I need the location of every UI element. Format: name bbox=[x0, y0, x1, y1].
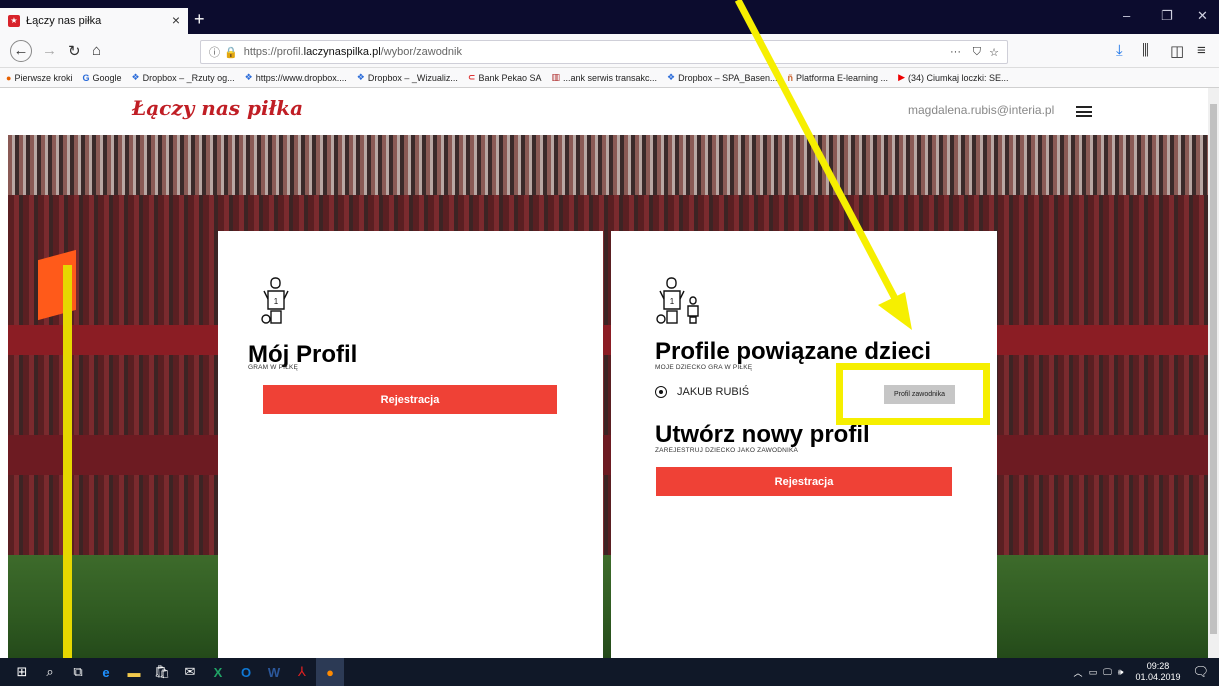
minimize-icon[interactable]: – bbox=[1123, 8, 1130, 23]
scrollbar-thumb[interactable] bbox=[1210, 104, 1217, 634]
sidebar-icon[interactable]: ◫ bbox=[1170, 42, 1184, 60]
dropbox-icon: ❖ bbox=[244, 72, 253, 82]
menu-icon[interactable]: ≡ bbox=[1197, 42, 1206, 59]
bookmark-item[interactable]: ❖ Dropbox – _Rzuty og... bbox=[132, 72, 235, 83]
close-window-icon[interactable]: ✕ bbox=[1197, 8, 1208, 24]
clock-date: 01.04.2019 bbox=[1135, 672, 1181, 682]
player-with-child-icon: 1 bbox=[656, 277, 699, 324]
search-icon[interactable]: ⌕ bbox=[36, 658, 64, 686]
tab-title: Łączy nas piłka bbox=[26, 15, 102, 27]
show-hidden-icons-icon[interactable]: ︿ bbox=[1074, 666, 1083, 679]
bank-icon: ⊂ bbox=[467, 72, 476, 82]
user-email[interactable]: magdalena.rubis@interia.pl bbox=[908, 103, 1054, 117]
word-icon[interactable]: W bbox=[260, 658, 288, 686]
bookmark-item[interactable]: G Google bbox=[82, 73, 121, 83]
browser-tab[interactable]: ★ Łączy nas piłka × bbox=[0, 8, 188, 34]
child-name: JAKUB RUBIŚ bbox=[677, 386, 750, 398]
volume-icon[interactable]: 🕪 bbox=[1118, 667, 1124, 678]
firefox-icon: ● bbox=[6, 72, 12, 83]
bookmark-item[interactable]: ❖ Dropbox – _Wizualiz... bbox=[357, 72, 458, 83]
crowd-upper bbox=[8, 135, 1208, 195]
network-icon[interactable]: 🖵 bbox=[1103, 667, 1112, 678]
reload-icon[interactable]: ↻ bbox=[68, 42, 81, 60]
hamburger-menu-icon[interactable] bbox=[1076, 106, 1092, 117]
new-profile-title: Utwórz nowy profil bbox=[655, 421, 870, 448]
clock[interactable]: 09:28 01.04.2019 bbox=[1135, 661, 1180, 683]
system-tray: ︿ ▭ 🖵 🕪 09:28 01.04.2019 🗨 bbox=[1074, 658, 1219, 686]
lock-icon: 🔒 bbox=[224, 46, 238, 59]
crowd-lower bbox=[8, 435, 1208, 475]
child-profiles-title: Profile powiązane dzieci bbox=[655, 338, 932, 365]
edge-icon[interactable]: e bbox=[92, 658, 120, 686]
file-explorer-icon[interactable]: ▬ bbox=[120, 658, 148, 686]
url-path: /wybor/zawodnik bbox=[380, 46, 462, 58]
bookmark-item[interactable]: ñ Platforma E-learning ... bbox=[788, 73, 889, 83]
football-icon bbox=[655, 386, 667, 398]
my-profile-subtitle: GRAM W PIŁKĘ bbox=[248, 364, 299, 371]
register-button[interactable]: Rejestracja bbox=[263, 385, 557, 414]
forward-arrow-icon[interactable]: → bbox=[42, 42, 57, 59]
url-domain: laczynaspilka.pl bbox=[303, 46, 381, 58]
clock-time: 09:28 bbox=[1146, 661, 1170, 671]
bookmark-item[interactable]: ⊂ Bank Pekao SA bbox=[468, 72, 542, 83]
bookmarks-bar: ● Pierwsze kroki G Google ❖ Dropbox – _Rzut… bbox=[0, 68, 1219, 88]
back-arrow-icon[interactable]: ← bbox=[10, 40, 32, 62]
corner-flag-pole bbox=[63, 265, 72, 658]
windows-taskbar: ⊞ ⌕ ⧉ e ▬ 🛍 ✉ X O W ⅄ ● bbox=[0, 658, 1219, 686]
stadium-background-image bbox=[8, 135, 1208, 658]
outlook-icon[interactable]: O bbox=[232, 658, 260, 686]
battery-icon[interactable]: ▭ bbox=[1089, 667, 1098, 678]
site-favicon-icon: ★ bbox=[8, 15, 20, 27]
dropbox-icon: ❖ bbox=[667, 72, 676, 82]
crowd-banner bbox=[8, 325, 1208, 355]
page-scrollbar[interactable] bbox=[1208, 88, 1219, 658]
google-icon: G bbox=[82, 72, 90, 83]
pocket-icon[interactable]: ⛉ bbox=[973, 46, 981, 59]
register-child-button[interactable]: Rejestracja bbox=[656, 467, 952, 496]
firefox-taskbar-icon[interactable]: ● bbox=[316, 658, 344, 686]
excel-icon[interactable]: X bbox=[204, 658, 232, 686]
bookmark-item[interactable]: ● Pierwsze kroki bbox=[6, 73, 72, 83]
player-icon: 1 bbox=[261, 277, 289, 324]
svg-text:1: 1 bbox=[274, 297, 279, 306]
bookmark-item[interactable]: ❖ Dropbox – SPA_Basen... bbox=[667, 72, 777, 83]
store-icon[interactable]: 🛍 bbox=[148, 658, 176, 686]
close-tab-icon[interactable]: × bbox=[172, 12, 180, 28]
new-tab-icon[interactable]: + bbox=[194, 9, 205, 30]
restore-icon[interactable]: ❐ bbox=[1161, 8, 1173, 24]
svg-text:1: 1 bbox=[670, 297, 675, 306]
child-profiles-subtitle: MOJE DZIECKO GRA W PIŁKĘ bbox=[655, 364, 753, 371]
pitch bbox=[8, 555, 1208, 658]
child-row: JAKUB RUBIŚ bbox=[655, 386, 749, 398]
elearning-icon: ñ bbox=[787, 72, 794, 83]
mail-icon[interactable]: ✉ bbox=[176, 658, 204, 686]
url-prefix: https://profil. bbox=[243, 46, 304, 58]
bookmark-item[interactable]: ❖ https://www.dropbox.... bbox=[245, 72, 347, 83]
downloads-icon[interactable]: ⤓ bbox=[1116, 42, 1123, 59]
bank-icon: ▥ bbox=[551, 72, 560, 82]
dropbox-icon: ❖ bbox=[131, 72, 140, 82]
home-icon[interactable]: ⌂ bbox=[92, 42, 101, 59]
annotation-highlight-box bbox=[836, 363, 990, 425]
acrobat-icon[interactable]: ⅄ bbox=[288, 658, 316, 686]
task-view-icon[interactable]: ⧉ bbox=[64, 658, 92, 686]
windows-start-icon[interactable]: ⊞ bbox=[8, 658, 36, 686]
site-logo[interactable]: Łączy nas piłka bbox=[132, 96, 303, 120]
library-icon[interactable]: ⫼ bbox=[1142, 42, 1149, 59]
notifications-icon[interactable]: 🗨 bbox=[1192, 664, 1209, 680]
url-bar[interactable]: ⓘ 🔒 https://profil. laczynaspilka.pl/wybo… bbox=[200, 40, 1008, 64]
youtube-icon: ▶ bbox=[898, 72, 905, 82]
info-icon[interactable]: ⓘ bbox=[209, 44, 220, 60]
bookmark-star-icon[interactable]: ☆ bbox=[989, 46, 999, 59]
new-profile-subtitle: ZAREJESTRUJ DZIECKO JAKO ZAWODNIKA bbox=[655, 447, 799, 454]
bookmark-item[interactable]: ▥ ...ank serwis transakc... bbox=[551, 72, 657, 83]
dropbox-icon: ❖ bbox=[356, 72, 365, 82]
bookmark-item[interactable]: ▶ (34) Ciumkaj loczki: SE... bbox=[898, 72, 1008, 83]
page-actions-icon[interactable]: ··· bbox=[950, 46, 961, 58]
